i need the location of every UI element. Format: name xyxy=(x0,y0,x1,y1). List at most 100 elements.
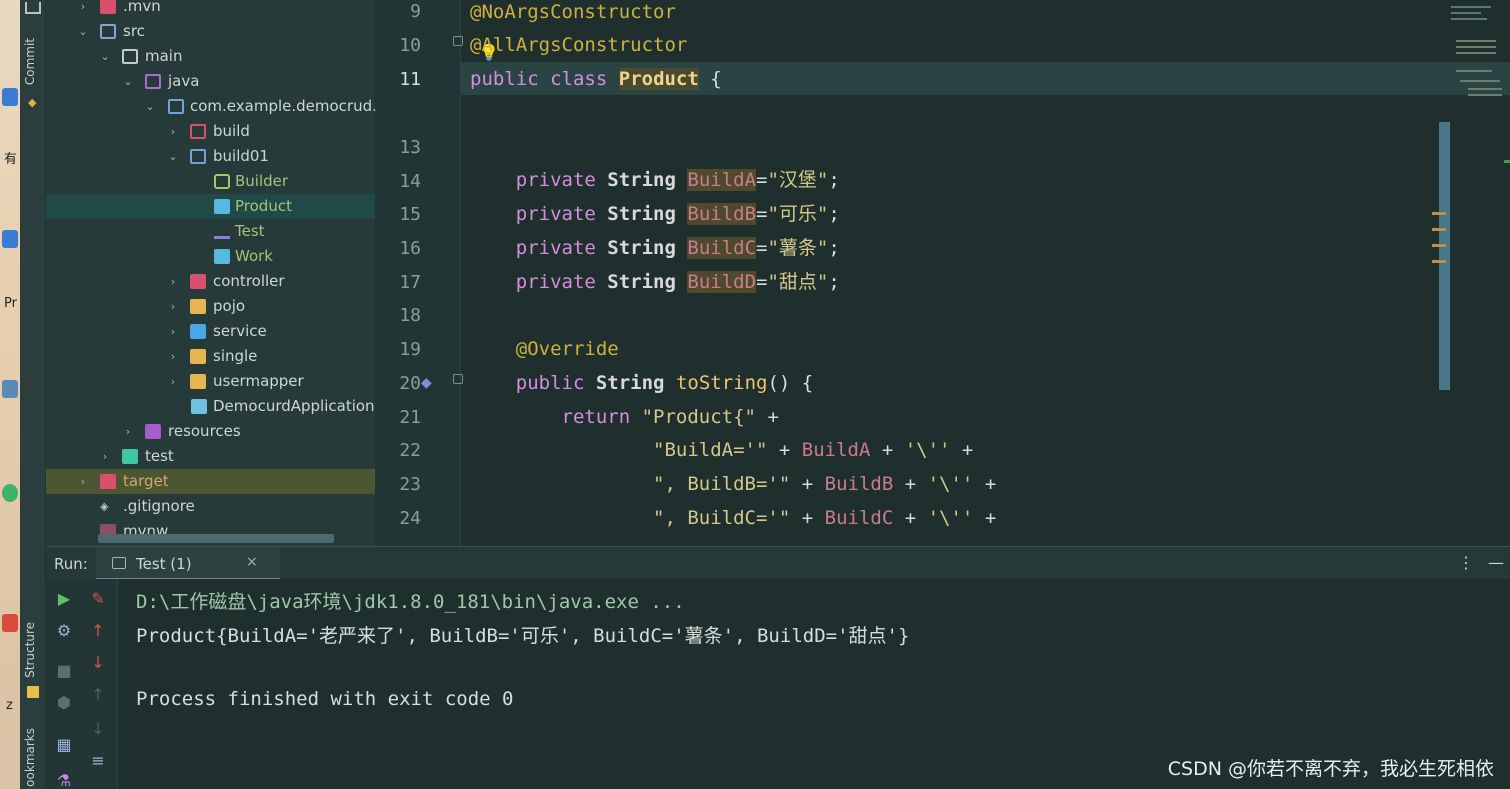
test-flask-icon[interactable]: ⚗ xyxy=(54,771,74,789)
punct-token: + xyxy=(973,473,997,495)
tree-item-product[interactable]: Product xyxy=(46,194,375,219)
collapse-arrow-icon[interactable]: ⌄ xyxy=(143,94,157,119)
code-line-17: private String BuildD="甜点"; xyxy=(515,271,840,293)
fold-icon[interactable] xyxy=(453,374,463,384)
tree-item-java[interactable]: ⌄ java xyxy=(46,69,375,94)
console-output-line: Product{BuildA='老严来了', BuildB='可乐', Buil… xyxy=(136,625,910,647)
tree-item-label: .mvn xyxy=(123,0,161,15)
springboot-class-icon xyxy=(191,399,207,414)
fold-icon[interactable] xyxy=(453,36,463,46)
tree-item-target[interactable]: › target xyxy=(46,469,375,494)
tree-item-label: com.example.democrud.democurd xyxy=(190,97,375,115)
tree-item-controller[interactable]: › controller xyxy=(46,269,375,294)
desktop-app-icon[interactable] xyxy=(2,484,18,502)
tree-item-package-democurd[interactable]: ⌄ com.example.democrud.democurd xyxy=(46,94,375,119)
warning-marker[interactable] xyxy=(1432,212,1446,215)
tree-item-test-class[interactable]: Test xyxy=(46,219,375,244)
down-arrow-icon[interactable]: ↓ xyxy=(88,653,108,673)
tree-item-test-folder[interactable]: › test xyxy=(46,444,375,469)
expand-arrow-icon[interactable]: › xyxy=(98,444,112,469)
collapse-arrow-icon[interactable]: ⌄ xyxy=(121,69,135,94)
clear-icon[interactable]: ✎ xyxy=(88,589,108,609)
expand-arrow-icon[interactable]: › xyxy=(121,419,135,444)
string-token: '\'' xyxy=(904,439,951,461)
layout-icon[interactable]: ▦ xyxy=(54,735,74,755)
tree-item-label: target xyxy=(123,472,169,490)
tree-item-build01[interactable]: ⌄ build01 xyxy=(46,144,375,169)
string-token: ", BuildB='" xyxy=(653,473,791,495)
collapse-arrow-icon[interactable]: ⌄ xyxy=(98,44,112,69)
tree-item-main[interactable]: ⌄ main xyxy=(46,44,375,69)
expand-arrow-icon[interactable]: › xyxy=(166,344,180,369)
tree-item-gitignore[interactable]: ◈ .gitignore xyxy=(46,494,375,519)
expand-arrow-icon[interactable]: › xyxy=(166,369,180,394)
tree-item-work[interactable]: Work xyxy=(46,244,375,269)
keyword-token: return xyxy=(561,406,631,428)
collapse-arrow-icon[interactable]: ⌄ xyxy=(76,19,90,44)
expand-arrow-icon[interactable]: › xyxy=(76,0,90,19)
vertical-scrollbar[interactable] xyxy=(1439,122,1450,390)
stop-icon[interactable]: ■ xyxy=(54,661,74,681)
expand-arrow-icon[interactable]: › xyxy=(166,119,180,144)
code-minimap[interactable] xyxy=(1448,0,1510,390)
keyword-token: public xyxy=(515,372,585,394)
desktop-app-icon[interactable] xyxy=(2,380,18,398)
tree-item-src[interactable]: ⌄ src xyxy=(46,19,375,44)
tree-item-pojo[interactable]: › pojo xyxy=(46,294,375,319)
bookmarks-tab[interactable]: ookmarks xyxy=(23,728,37,787)
tree-item-builder[interactable]: Builder xyxy=(46,169,375,194)
code-line-15: private String BuildB="可乐"; xyxy=(515,203,840,225)
expand-arrow-icon[interactable]: › xyxy=(76,469,90,494)
tree-item-single[interactable]: › single xyxy=(46,344,375,369)
tree-item-democurdapplication[interactable]: DemocurdApplication xyxy=(46,394,375,419)
code-line-16: private String BuildC="薯条"; xyxy=(515,237,840,259)
run-tab-test[interactable]: Test (1) × xyxy=(96,547,280,580)
up-arrow-icon[interactable]: ↑ xyxy=(88,621,108,641)
override-marker-icon[interactable]: ◆ xyxy=(421,375,432,391)
project-icon[interactable] xyxy=(25,2,41,14)
tree-item-label: .gitignore xyxy=(123,497,195,515)
tree-item-resources[interactable]: › resources xyxy=(46,419,375,444)
tree-item-service[interactable]: › service xyxy=(46,319,375,344)
minimize-icon[interactable]: — xyxy=(1488,553,1504,572)
expand-arrow-icon[interactable]: › xyxy=(166,269,180,294)
structure-icon xyxy=(27,686,39,698)
prev-occurrence-icon[interactable]: ↑ xyxy=(88,685,108,705)
code-editor[interactable]: 9 10 11 13 14 15 16 17 18 19 20 21 22 23… xyxy=(375,0,1510,546)
folder-icon xyxy=(190,374,206,389)
tree-item-usermapper[interactable]: › usermapper xyxy=(46,369,375,394)
settings-icon[interactable]: ⚙ xyxy=(54,621,74,641)
warning-marker[interactable] xyxy=(1432,260,1446,263)
warning-marker[interactable] xyxy=(1432,244,1446,247)
tree-item-label: pojo xyxy=(213,297,246,315)
more-options-icon[interactable]: ⋮ xyxy=(1458,553,1474,572)
commit-tab[interactable]: Commit xyxy=(23,38,37,85)
close-tab-icon[interactable]: × xyxy=(246,554,258,570)
tree-item-label: Work xyxy=(235,247,273,265)
pin-icon[interactable]: ⬢ xyxy=(54,693,74,713)
desktop-app-icon[interactable] xyxy=(2,230,18,248)
desktop-app-icon[interactable] xyxy=(2,88,18,106)
resources-folder-icon xyxy=(145,424,161,439)
warning-marker[interactable] xyxy=(1432,228,1446,231)
tree-item-mvn[interactable]: › .mvn xyxy=(46,0,375,19)
expand-arrow-icon[interactable]: › xyxy=(166,294,180,319)
expand-arrow-icon[interactable]: › xyxy=(166,319,180,344)
line-number: 14 xyxy=(399,171,421,192)
package-icon xyxy=(190,149,206,164)
next-occurrence-icon[interactable]: ↓ xyxy=(88,719,108,739)
punct-token: () { xyxy=(767,372,814,394)
punct-token: + xyxy=(790,507,825,529)
run-tab-label: Test (1) xyxy=(136,555,192,573)
run-console-output[interactable]: D:\工作磁盘\java环境\jdk1.8.0_181\bin\java.exe… xyxy=(118,579,1510,789)
rerun-icon[interactable]: ▶ xyxy=(54,589,74,609)
code-line-21: return "Product{" + xyxy=(470,400,779,434)
horizontal-scrollbar[interactable] xyxy=(98,534,334,543)
structure-tab[interactable]: Structure xyxy=(23,622,37,678)
collapse-arrow-icon[interactable]: ⌄ xyxy=(166,144,180,169)
string-token: "汉堡" xyxy=(767,169,829,191)
desktop-label: 有 xyxy=(4,152,18,167)
tree-item-build[interactable]: › build xyxy=(46,119,375,144)
soft-wrap-icon[interactable]: ≡ xyxy=(88,751,108,771)
desktop-app-icon[interactable] xyxy=(2,614,18,632)
